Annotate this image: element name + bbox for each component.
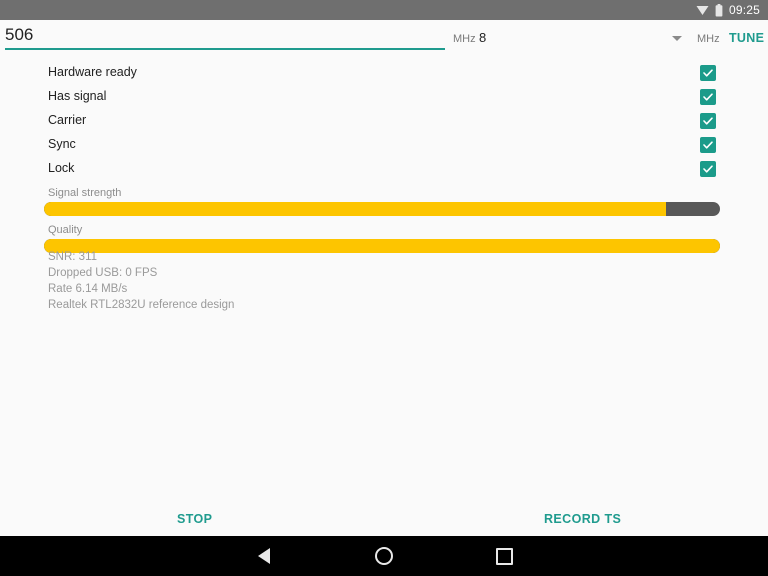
signal-strength-bar — [44, 202, 720, 216]
status-row-sync[interactable]: Sync — [0, 134, 768, 158]
chevron-down-icon[interactable] — [672, 36, 682, 41]
status-label: Sync — [48, 137, 76, 151]
info-dropped-usb: Dropped USB: 0 FPS — [48, 267, 158, 279]
checkbox-checked-icon[interactable] — [700, 89, 716, 105]
status-label: Carrier — [48, 113, 87, 127]
wifi-triangle-icon — [696, 5, 709, 16]
recents-square-icon — [495, 547, 513, 565]
info-snr: SNR: 311 — [48, 251, 98, 263]
status-row-hardware-ready[interactable]: Hardware ready — [0, 62, 768, 86]
status-bar-clock: 09:25 — [728, 3, 760, 17]
checkbox-checked-icon[interactable] — [700, 161, 716, 177]
status-label: Has signal — [48, 89, 107, 103]
status-label: Hardware ready — [48, 65, 137, 79]
tuner-info-block: SNR: 311 Dropped USB: 0 FPS Rate 6.14 MB… — [48, 249, 548, 313]
signal-strength-fill — [44, 202, 666, 216]
checkbox-checked-icon[interactable] — [700, 137, 716, 153]
record-ts-button[interactable]: RECORD TS — [544, 512, 621, 526]
home-circle-icon — [375, 547, 393, 565]
status-row-lock[interactable]: Lock — [0, 158, 768, 182]
bandwidth-value[interactable]: 8 — [479, 30, 486, 45]
checkbox-checked-icon[interactable] — [700, 113, 716, 129]
status-label: Lock — [48, 161, 75, 175]
status-row-carrier[interactable]: Carrier — [0, 110, 768, 134]
status-row-has-signal[interactable]: Has signal — [0, 86, 768, 110]
bandwidth-unit-label: MHz — [697, 33, 720, 45]
checkbox-checked-icon[interactable] — [700, 65, 716, 81]
android-screen: 09:25 MHz 8 MHz TUNE Hardware ready Has … — [0, 0, 768, 576]
tuner-app-bar: MHz 8 MHz TUNE — [0, 20, 768, 54]
battery-icon — [715, 3, 723, 17]
back-triangle-icon — [258, 548, 270, 564]
info-rate: Rate 6.14 MB/s — [48, 283, 128, 295]
frequency-input[interactable] — [5, 24, 445, 50]
stop-button[interactable]: STOP — [177, 512, 212, 526]
nav-home-button[interactable] — [324, 547, 444, 565]
signal-meters: Signal strength Quality — [0, 186, 768, 253]
tune-button[interactable]: TUNE — [729, 31, 764, 45]
frequency-unit-label: MHz — [453, 33, 476, 45]
tuner-status-list: Hardware ready Has signal Carrier Sync L… — [0, 62, 768, 182]
signal-strength-label: Signal strength — [48, 187, 122, 199]
nav-back-button[interactable] — [204, 548, 324, 564]
bottom-action-bar: STOP RECORD TS — [0, 512, 768, 536]
quality-label: Quality — [48, 224, 83, 236]
android-status-bar: 09:25 — [0, 0, 768, 20]
nav-recents-button[interactable] — [444, 547, 564, 565]
info-device-name: Realtek RTL2832U reference design — [48, 299, 235, 311]
android-nav-bar — [0, 536, 768, 576]
